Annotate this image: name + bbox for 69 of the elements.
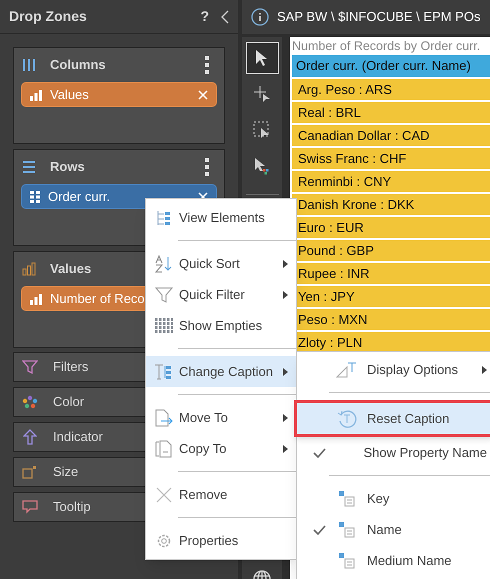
bar-chart-icon: [30, 292, 42, 304]
menu-item[interactable]: Show Property Name: [297, 437, 490, 468]
menu-item[interactable]: Reset Caption: [297, 403, 490, 434]
bar-chart-icon: [22, 262, 36, 276]
filter-icon: [155, 286, 173, 304]
chip-label: Order curr.: [48, 188, 110, 206]
row-cell[interactable]: Arg. Peso : ARS: [292, 79, 490, 100]
reset-icon: [337, 408, 357, 428]
property-icon: [339, 552, 355, 568]
bar-chart-icon: [30, 88, 42, 100]
more-icon[interactable]: [205, 158, 209, 176]
submenu-arrow-icon: [283, 414, 288, 422]
pointer-icon: [255, 49, 269, 67]
zone-title: Columns: [50, 56, 106, 74]
close-icon[interactable]: [198, 90, 208, 100]
close-icon: [156, 486, 172, 502]
panel-title: Drop Zones: [9, 7, 88, 26]
speech-bubble-icon: [22, 500, 38, 514]
submenu-arrow-icon: [283, 290, 288, 298]
submenu-arrow-icon: [283, 368, 288, 376]
select-area-icon: [253, 121, 271, 139]
row-cell[interactable]: Danish Krone : DKK: [292, 194, 490, 215]
menu-item[interactable]: Display Options: [297, 354, 490, 385]
columns-icon: [22, 58, 36, 72]
tool-button[interactable]: [246, 42, 278, 74]
more-icon[interactable]: [205, 56, 209, 74]
chip-label: Values: [50, 86, 89, 104]
filter-icon: [22, 360, 38, 374]
dots-icon: [22, 395, 38, 409]
gear-icon: [156, 532, 172, 548]
info-icon[interactable]: [251, 8, 269, 26]
caption-icon: [154, 362, 174, 380]
breadcrumb: SAP BW \ $INFOCUBE \ EPM POs: [277, 8, 480, 26]
copy-icon: [155, 440, 173, 458]
chip-label: Number of Reco: [50, 290, 145, 308]
row-cell[interactable]: Renminbi : CNY: [292, 171, 490, 192]
document-arrow-icon: [154, 408, 174, 426]
menu-item[interactable]: Medium Name: [297, 545, 490, 576]
menu-item[interactable]: Name: [297, 514, 490, 545]
globe-icon[interactable]: [253, 569, 271, 579]
list-icon: [156, 210, 172, 226]
property-icon: [339, 490, 355, 506]
check-icon: [313, 448, 326, 458]
grid-icon: [30, 190, 40, 202]
color-pointer-icon: [254, 157, 270, 175]
zone-title: Values: [50, 260, 92, 278]
property-icon: [339, 522, 355, 538]
submenu-arrow-icon: [283, 444, 288, 452]
plus-pointer-icon: [253, 85, 271, 103]
rows-icon: [22, 160, 36, 174]
row-cell[interactable]: Swiss Franc : CHF: [292, 148, 490, 169]
submenu-arrow-icon: [482, 366, 487, 374]
row-cell[interactable]: Canadian Dollar : CAD: [292, 125, 490, 146]
ruler-text-icon: [336, 362, 358, 378]
size-icon: [22, 465, 38, 479]
collapse-icon[interactable]: [221, 10, 229, 24]
sort-icon: [155, 254, 173, 272]
menu-item[interactable]: Properties: [146, 525, 296, 556]
table-icon: [155, 318, 173, 334]
row-cell[interactable]: Real : BRL: [292, 102, 490, 123]
arrow-up-icon: [23, 429, 37, 445]
grid-caption: Number of Records by Order curr.: [292, 38, 482, 55]
check-icon: [313, 524, 326, 534]
menu-item[interactable]: Change Caption: [146, 356, 296, 387]
menu-item[interactable]: Key: [297, 483, 490, 514]
submenu-arrow-icon: [283, 260, 288, 268]
zone-title: Rows: [50, 158, 85, 176]
header-cell: Order curr. (Order curr. Name): [292, 55, 490, 77]
help-button[interactable]: ?: [200, 6, 209, 27]
